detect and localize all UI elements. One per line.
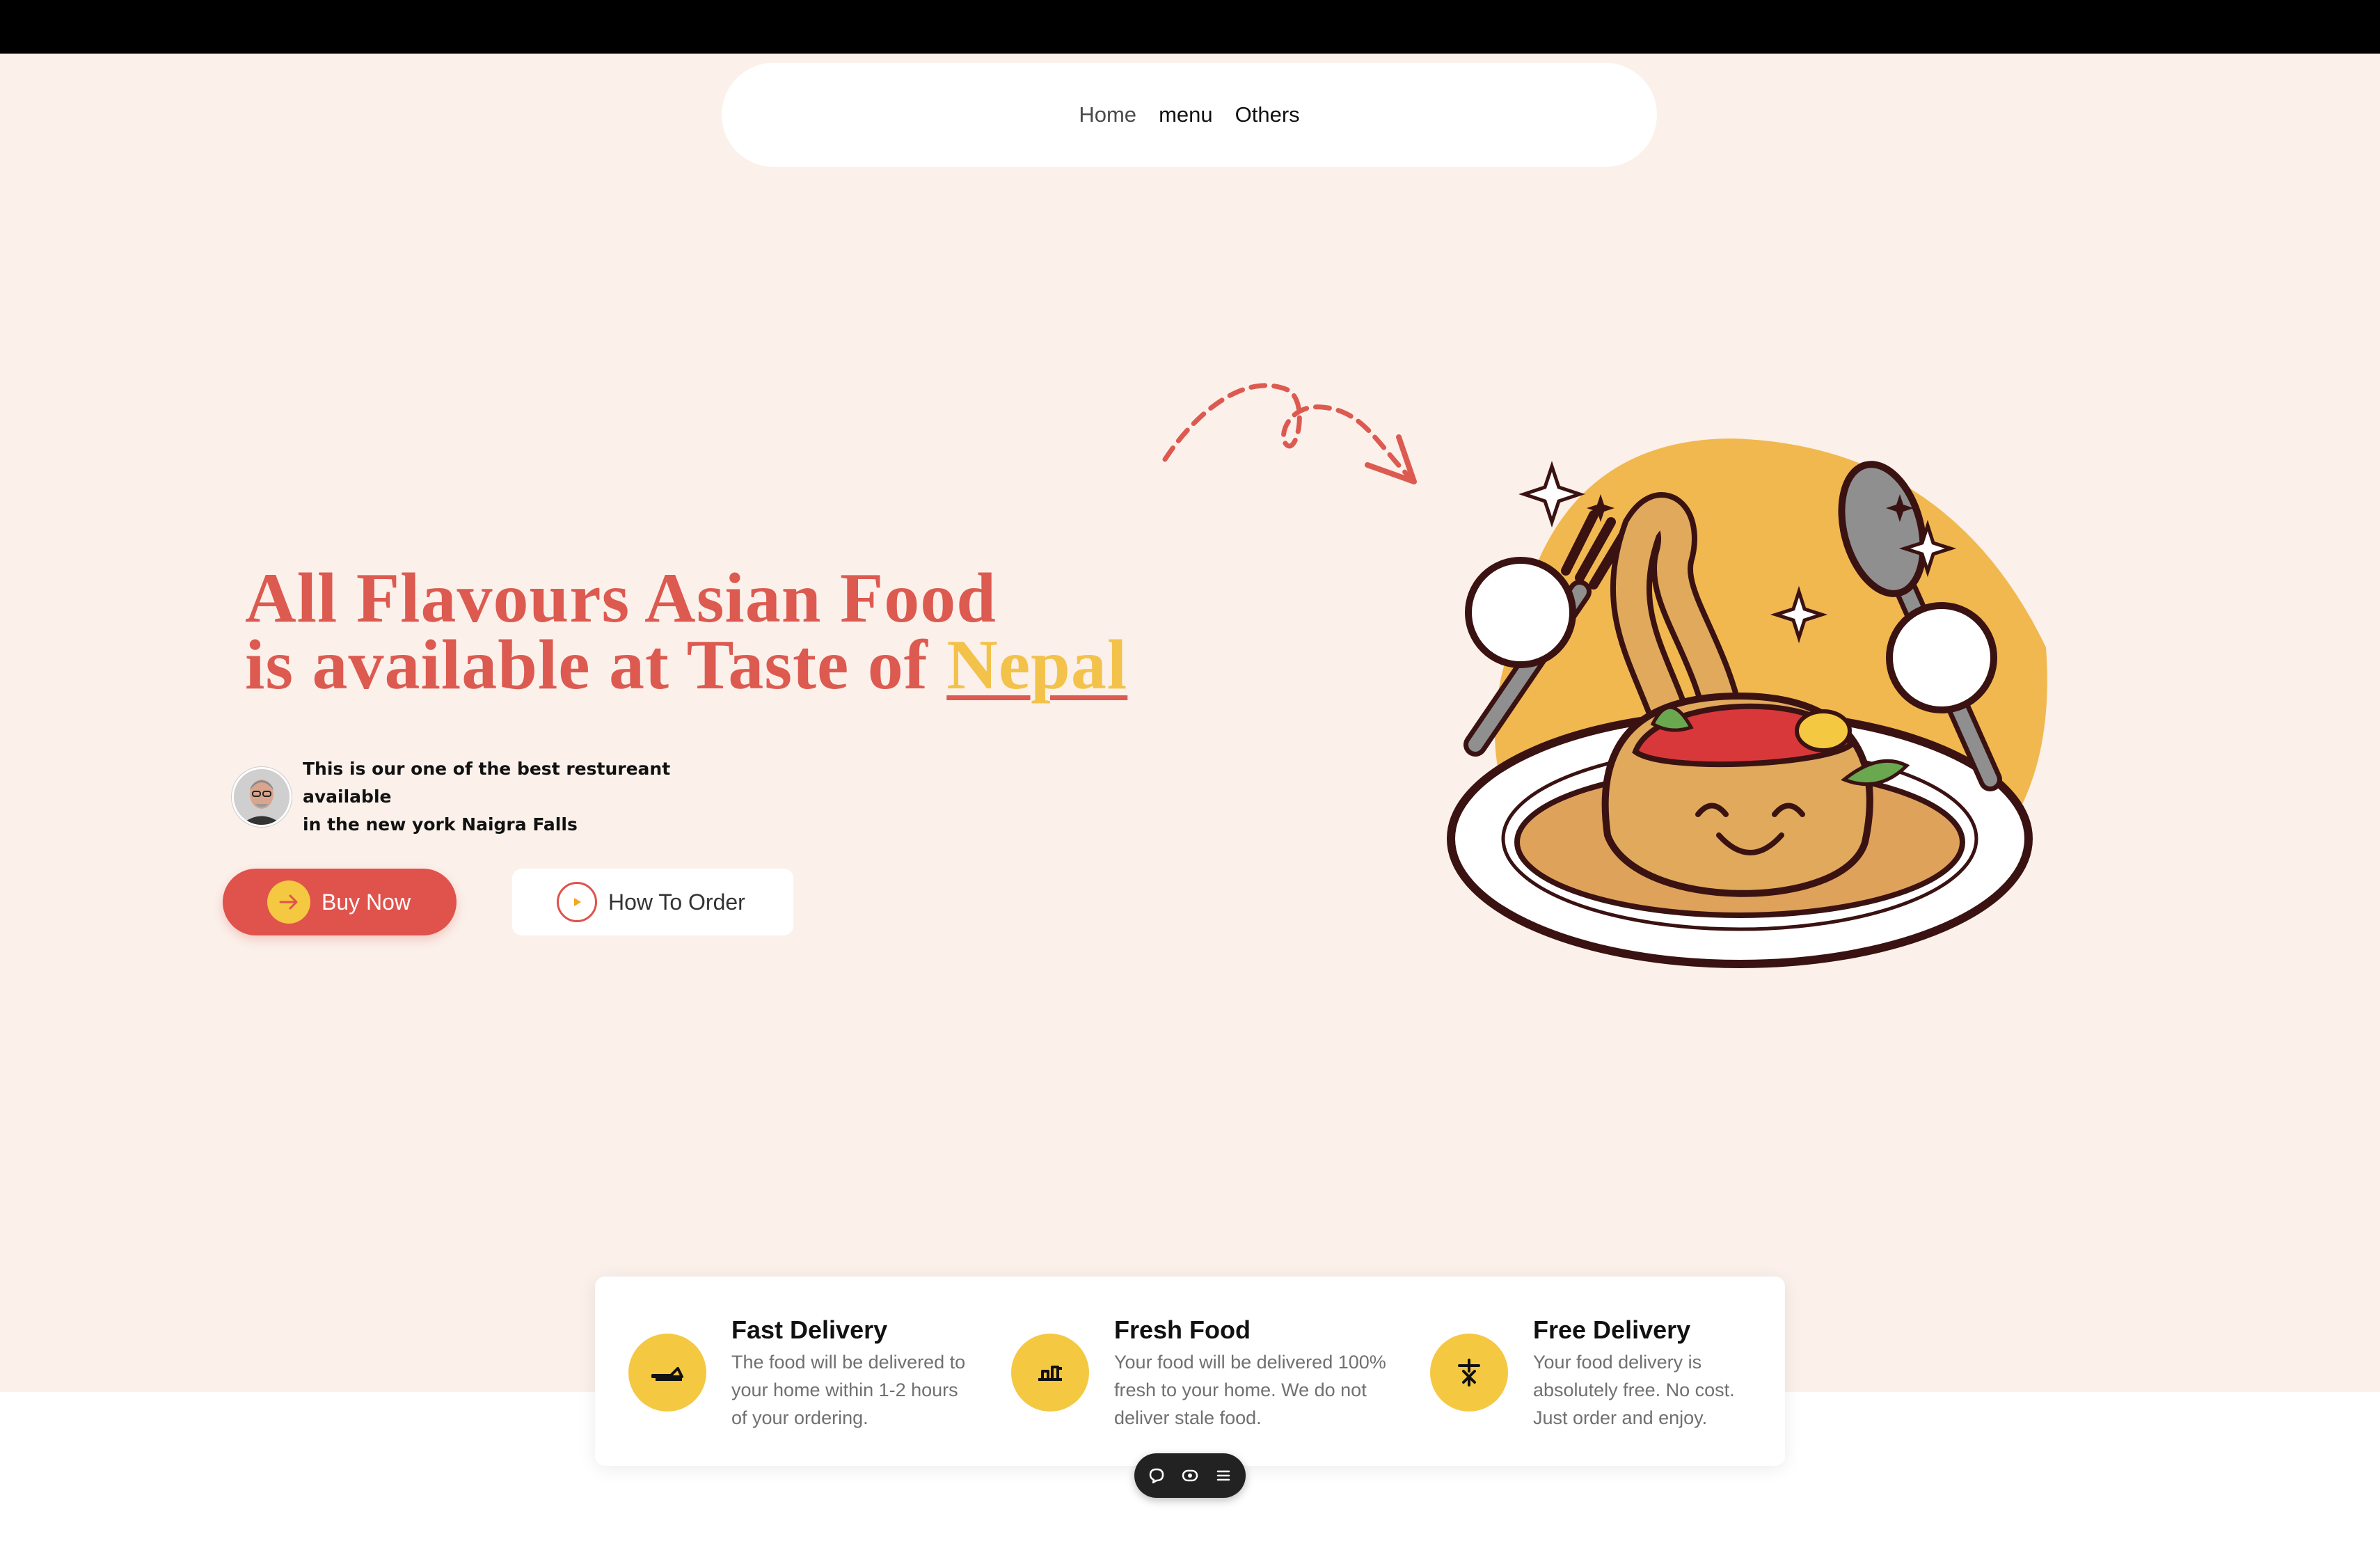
- feature-desc-line: Your food delivery is: [1533, 1352, 1702, 1373]
- feature-fast-delivery: Fast Delivery The food will be delivered…: [628, 1315, 965, 1432]
- feature-description: The food will be delivered to your home …: [731, 1348, 965, 1432]
- play-icon: [557, 882, 597, 922]
- feature-free-delivery: Free Delivery Your food delivery is abso…: [1430, 1315, 1735, 1432]
- feature-description: Your food will be delivered 100% fresh t…: [1114, 1348, 1386, 1432]
- curved-arrow-doodle: [1162, 383, 1417, 484]
- top-black-bar: [0, 0, 2380, 54]
- eye-icon[interactable]: [1181, 1467, 1199, 1485]
- avatar: [232, 767, 292, 827]
- buy-now-label: Buy Now: [322, 889, 411, 915]
- nav-others-link[interactable]: Others: [1235, 102, 1300, 127]
- tagline-line-1: This is our one of the best restureant a…: [303, 759, 671, 807]
- feature-title: Fresh Food: [1114, 1315, 1251, 1344]
- tagline-line-2: in the new york Naigra Falls: [303, 814, 578, 835]
- feature-desc-line: fresh to your home. We do not: [1114, 1380, 1367, 1400]
- headline-line-2: is available at Taste of: [245, 626, 947, 704]
- feature-title: Fast Delivery: [731, 1315, 888, 1344]
- nav-menu-link[interactable]: menu: [1159, 102, 1213, 127]
- feature-description: Your food delivery is absolutely free. N…: [1533, 1348, 1735, 1432]
- menu-icon[interactable]: [1214, 1467, 1232, 1485]
- hero-headline: All Flavours Asian Food is available at …: [245, 563, 1127, 701]
- buy-now-button[interactable]: Buy Now: [223, 869, 457, 935]
- navbar: Home menu Others: [722, 63, 1657, 167]
- fresh-food-icon: [1011, 1334, 1089, 1412]
- nav-home-link[interactable]: Home: [1079, 102, 1136, 127]
- features-card: Fast Delivery The food will be delivered…: [595, 1277, 1785, 1466]
- headline-highlight: Nepal: [946, 626, 1128, 704]
- feature-desc-line: Just order and enjoy.: [1533, 1407, 1708, 1428]
- feature-desc-line: Your food will be delivered 100%: [1114, 1352, 1386, 1373]
- hero-tagline: This is our one of the best restureant a…: [303, 755, 720, 839]
- feature-fresh-food: Fresh Food Your food will be delivered 1…: [1011, 1315, 1386, 1432]
- feature-desc-line: The food will be delivered to: [731, 1352, 966, 1373]
- feature-desc-line: absolutely free. No cost.: [1533, 1380, 1735, 1400]
- author-row: This is our one of the best restureant a…: [232, 755, 720, 839]
- delivery-icon: [628, 1334, 706, 1412]
- how-to-order-label: How To Order: [608, 889, 745, 915]
- feature-desc-line: deliver stale food.: [1114, 1407, 1262, 1428]
- feature-desc-line: of your ordering.: [731, 1407, 868, 1428]
- spaghetti-mascot-illustration: [1447, 438, 2047, 968]
- floating-toolbar: [1134, 1453, 1246, 1498]
- feature-title: Free Delivery: [1533, 1315, 1691, 1344]
- arrow-right-icon: [267, 880, 310, 924]
- comment-icon[interactable]: [1148, 1467, 1166, 1485]
- how-to-order-button[interactable]: How To Order: [512, 869, 793, 935]
- free-delivery-icon: [1430, 1334, 1508, 1412]
- feature-desc-line: your home within 1-2 hours: [731, 1380, 958, 1400]
